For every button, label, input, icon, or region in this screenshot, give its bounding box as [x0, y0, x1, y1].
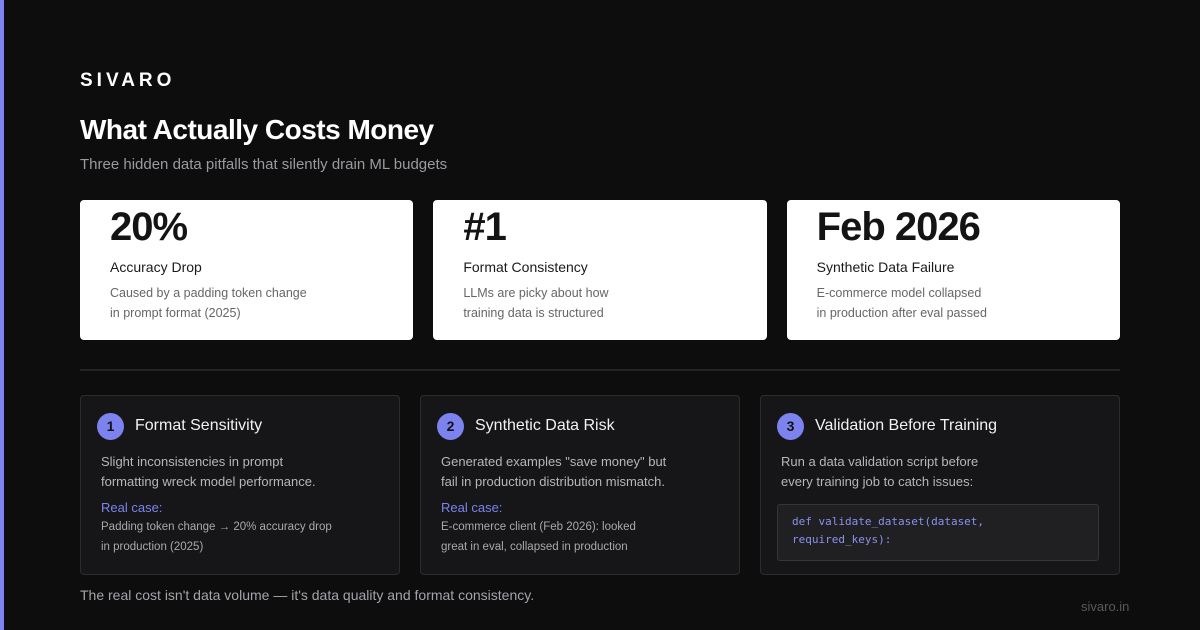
real-case-line: in production (2025)	[101, 541, 204, 553]
code-line: def validate_dataset(dataset,	[792, 515, 985, 528]
stat-description-line: E-commerce model collapsed	[816, 286, 982, 300]
stat-label: Format Consistency	[463, 259, 588, 275]
stat-label: Accuracy Drop	[110, 259, 202, 275]
footer-note: The real cost isn't data volume — it's d…	[80, 587, 535, 603]
tip-header: 3 Validation Before Training	[777, 412, 1103, 440]
tip-body: Slight inconsistencies in prompt formatt…	[101, 452, 351, 492]
real-case-line: Padding token change → 20% accuracy drop	[101, 521, 332, 533]
tip-title: Format Sensitivity	[135, 417, 263, 434]
stat-card-accuracy: 20% Accuracy Drop Caused by a padding to…	[80, 200, 414, 340]
stat-description: LLMs are picky about how training data i…	[463, 283, 683, 323]
code-snippet: def validate_dataset(dataset, required_k…	[777, 504, 1099, 561]
tip-body-line: Generated examples "save money" but	[441, 454, 667, 469]
tip-body-line: every training job to catch issues:	[781, 474, 974, 489]
tip-header: 1 Format Sensitivity	[97, 412, 383, 440]
real-case-text: Padding token change → 20% accuracy drop…	[101, 517, 351, 557]
tip-body: Run a data validation script before ever…	[781, 452, 1081, 492]
stat-description-line: training data is structured	[463, 306, 604, 320]
stat-description-line: in prompt format (2025)	[110, 306, 241, 320]
stat-row: 20% Accuracy Drop Caused by a padding to…	[80, 200, 1120, 340]
stat-description: Caused by a padding token change in prom…	[110, 283, 330, 323]
tip-body-line: fail in production distribution mismatch…	[441, 474, 665, 489]
tip-body-line: formatting wreck model performance.	[101, 474, 316, 489]
code-line: required_keys):	[792, 533, 892, 546]
real-case-text: E-commerce client (Feb 2026): looked gre…	[441, 517, 691, 557]
page-title: What Actually Costs Money	[80, 114, 434, 145]
tip-card-synthetic-risk: 2 Synthetic Data Risk Generated examples…	[420, 395, 740, 575]
tip-body: Generated examples "save money" but fail…	[441, 452, 691, 492]
stat-description-line: Caused by a padding token change	[110, 286, 307, 300]
real-case-line: great in eval, collapsed in production	[441, 541, 628, 553]
stat-card-format: #1 Format Consistency LLMs are picky abo…	[433, 200, 767, 340]
tip-body-line: Slight inconsistencies in prompt	[101, 454, 284, 469]
stat-description-line: in production after eval passed	[816, 306, 987, 320]
tip-body-line: Run a data validation script before	[781, 454, 979, 469]
stat-value: 20%	[110, 205, 188, 249]
section-divider	[80, 369, 1120, 371]
tip-title: Validation Before Training	[815, 417, 998, 434]
brand-logo: SIVARO	[80, 70, 176, 91]
stat-value: Feb 2026	[816, 205, 981, 249]
stat-card-synthetic: Feb 2026 Synthetic Data Failure E-commer…	[786, 200, 1120, 340]
stat-description-line: LLMs are picky about how	[463, 286, 609, 300]
accent-bar	[0, 0, 4, 630]
stat-value: #1	[463, 205, 507, 249]
page-subtitle: Three hidden data pitfalls that silently…	[80, 156, 448, 173]
stat-label: Synthetic Data Failure	[816, 259, 955, 275]
tip-title: Synthetic Data Risk	[475, 417, 615, 434]
footer-url: sivaro.in	[1081, 599, 1130, 614]
real-case-line: E-commerce client (Feb 2026): looked	[441, 521, 636, 533]
real-case-label: Real case:	[441, 500, 503, 515]
tip-card-format-sensitivity: 1 Format Sensitivity Slight inconsistenc…	[80, 395, 400, 575]
real-case-label: Real case:	[101, 500, 163, 515]
step-number-badge: 1	[97, 412, 124, 440]
tip-header: 2 Synthetic Data Risk	[437, 412, 723, 440]
stat-description: E-commerce model collapsed in production…	[817, 283, 1037, 323]
step-number-badge: 3	[777, 412, 804, 440]
step-number-badge: 2	[437, 412, 464, 440]
tip-row: 1 Format Sensitivity Slight inconsistenc…	[80, 395, 1120, 575]
tip-card-validation: 3 Validation Before Training Run a data …	[760, 395, 1120, 575]
